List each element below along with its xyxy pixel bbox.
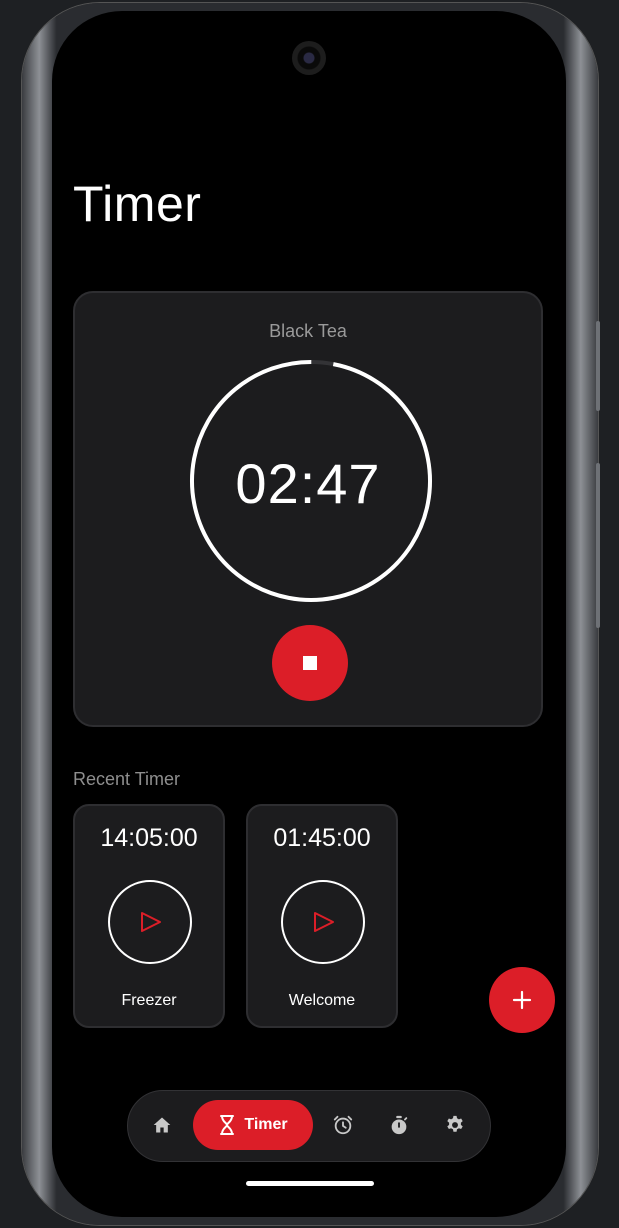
stopwatch-icon [391, 1115, 408, 1135]
recent-timer-card[interactable]: 01:45:00 Welcome [246, 804, 398, 1028]
app-screen: Timer Black Tea 02:47 Recent Timer 14:05… [52, 11, 566, 1217]
page-title: Timer [73, 176, 202, 232]
hourglass-icon [220, 1115, 235, 1135]
front-camera [292, 41, 326, 75]
bottom-navigation: Timer [127, 1090, 491, 1162]
active-timer-card: Black Tea 02:47 [73, 291, 543, 727]
recent-timer-name: Welcome [288, 992, 356, 1009]
nav-settings[interactable] [438, 1108, 472, 1142]
phone-side-button [596, 321, 600, 411]
play-icon [141, 912, 161, 932]
phone-side-button [596, 463, 600, 628]
home-icon [153, 1117, 171, 1133]
nav-home[interactable] [145, 1108, 179, 1142]
timer-label: Black Tea [269, 321, 347, 341]
home-indicator[interactable] [246, 1181, 374, 1186]
stop-button[interactable] [272, 625, 348, 701]
nav-alarm[interactable] [326, 1108, 360, 1142]
plus-icon [512, 990, 532, 1010]
alarm-icon [333, 1115, 353, 1135]
add-timer-button[interactable] [489, 967, 555, 1033]
nav-timer[interactable]: Timer [193, 1100, 313, 1150]
recent-timer-heading: Recent Timer [73, 769, 181, 789]
recent-timer-card[interactable]: 14:05:00 Freezer [73, 804, 225, 1028]
recent-timer-time: 01:45:00 [273, 824, 371, 852]
stop-icon [303, 656, 317, 670]
play-button[interactable] [108, 880, 192, 964]
nav-timer-label: Timer [244, 1116, 288, 1133]
play-button[interactable] [281, 880, 365, 964]
play-icon [314, 912, 334, 932]
recent-timer-name: Freezer [121, 992, 177, 1009]
timer-time-display: 02:47 [235, 452, 381, 515]
recent-timer-time: 14:05:00 [100, 824, 198, 852]
settings-icon [447, 1115, 463, 1132]
nav-stopwatch[interactable] [382, 1108, 416, 1142]
